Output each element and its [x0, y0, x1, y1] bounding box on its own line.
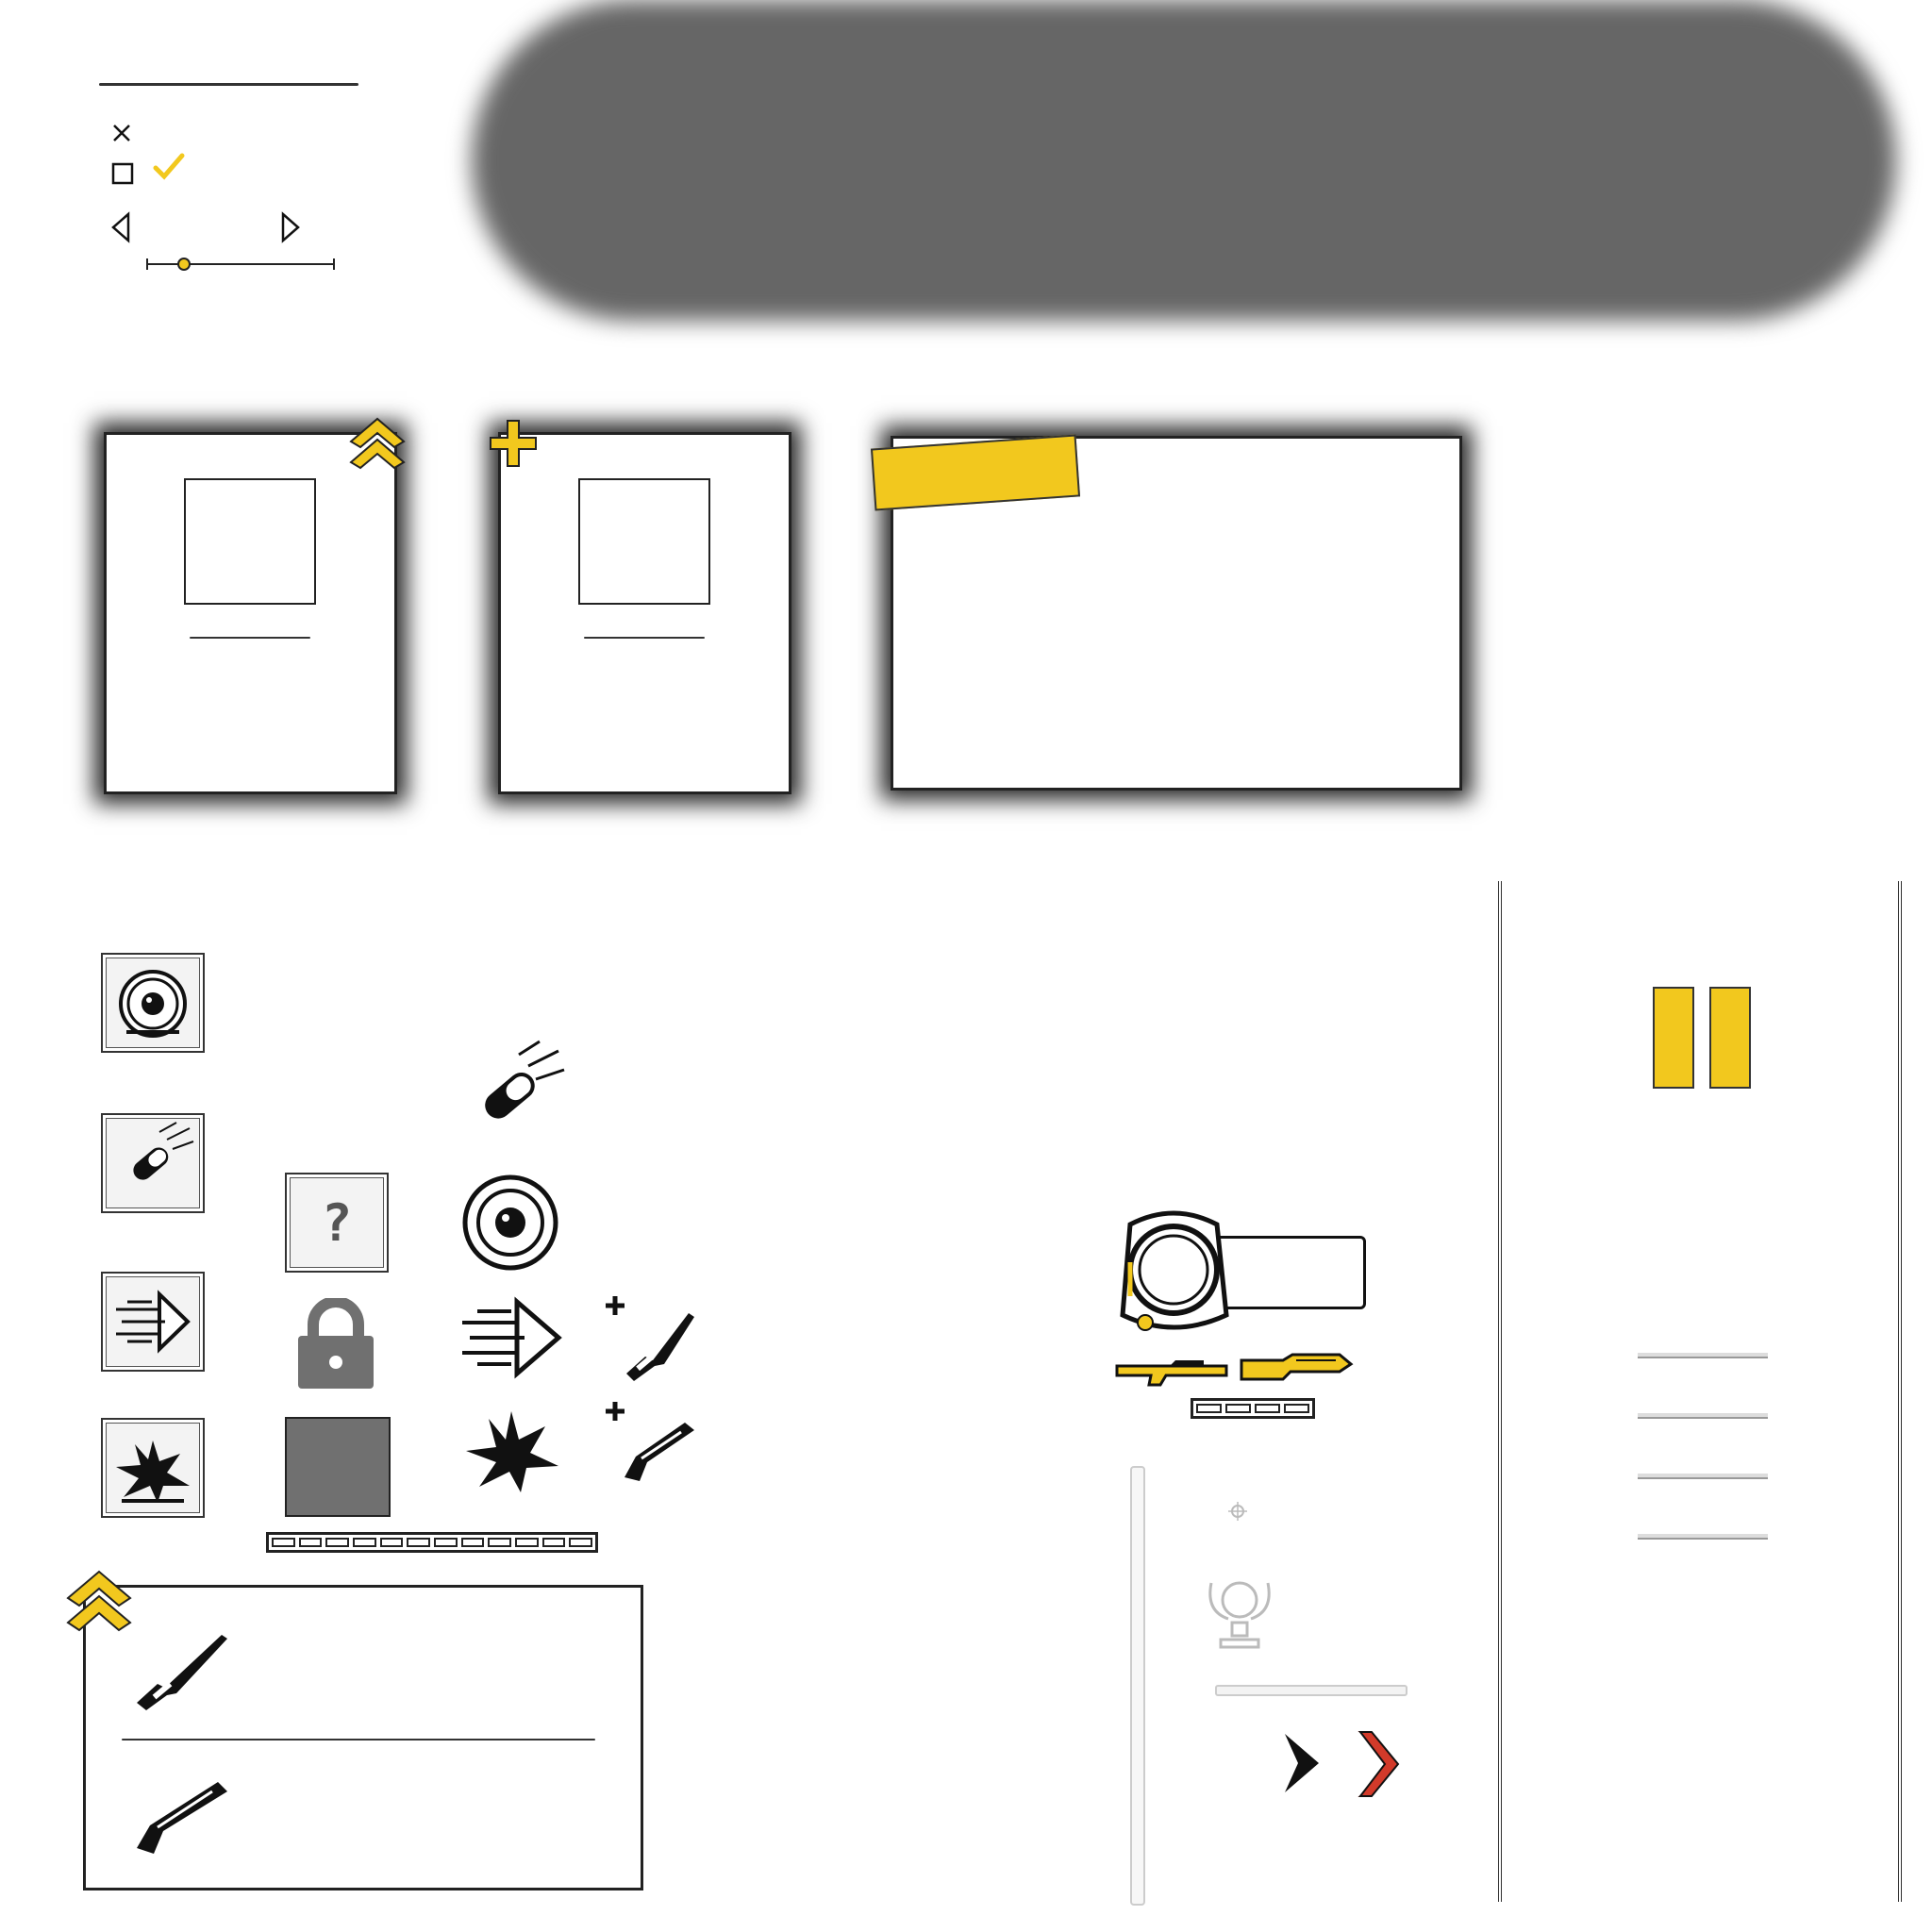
explosion-icon — [116, 1441, 190, 1503]
helmet-icon — [462, 1174, 558, 1271]
double-chevron-up-icon — [66, 1570, 132, 1632]
dash-tile[interactable] — [101, 1272, 205, 1372]
trophy-icon — [1208, 1581, 1271, 1649]
slider-track — [146, 263, 335, 265]
slider-tick-left — [146, 258, 148, 270]
double-chevron-up-icon — [349, 417, 406, 470]
upgrade-card[interactable] — [104, 432, 397, 794]
bar-segment — [434, 1538, 458, 1547]
dash-arrow-icon — [116, 1290, 191, 1354]
bar-segment — [1225, 1404, 1251, 1413]
bar-segment — [460, 1538, 485, 1547]
crosshair-icon — [1228, 1502, 1247, 1521]
blurred-backdrop — [472, 0, 1896, 321]
explosion-tile[interactable] — [101, 1418, 205, 1518]
menu-item-line-4[interactable] — [1638, 1534, 1768, 1540]
padlock-icon — [298, 1298, 374, 1389]
segmented-progress-bar — [266, 1532, 598, 1553]
slider[interactable] — [146, 255, 335, 274]
card-text-line — [584, 637, 705, 639]
slider-tick-right — [333, 258, 335, 270]
panel-divider — [122, 1739, 595, 1740]
bar-segment — [298, 1538, 323, 1547]
menu-item-line-2[interactable] — [1638, 1413, 1768, 1419]
dash-arrow-icon — [462, 1296, 562, 1379]
plus-icon — [490, 420, 537, 467]
bar-segment — [379, 1538, 404, 1547]
faint-scrollbar[interactable] — [1130, 1466, 1145, 1906]
bar-segment — [488, 1538, 512, 1547]
bullet-tile[interactable] — [101, 1113, 205, 1213]
checkmark-icon — [153, 153, 185, 180]
settings-divider — [99, 83, 358, 86]
bar-segment — [541, 1538, 566, 1547]
pause-panel — [1498, 881, 1902, 1902]
bar-segment — [272, 1538, 295, 1547]
rifle-icon — [1115, 1360, 1228, 1387]
bullet-icon — [133, 1122, 194, 1180]
arrow-right-red-icon[interactable] — [1355, 1728, 1402, 1800]
explosion-icon — [466, 1411, 558, 1492]
add-card[interactable] — [498, 432, 791, 794]
card-image-slot — [578, 478, 710, 605]
bar-segment — [569, 1538, 593, 1547]
unknown-label: ? — [321, 1193, 353, 1253]
pause-bar-right — [1709, 987, 1751, 1089]
triangle-left-icon[interactable] — [109, 211, 132, 243]
settings-widget — [94, 75, 368, 311]
plus-rifle-icon[interactable] — [598, 1400, 702, 1487]
arrow-right-black-icon[interactable] — [1279, 1730, 1324, 1796]
weapon-upgrade-panel — [83, 1585, 643, 1890]
bar-segment — [407, 1538, 431, 1547]
plus-knife-icon[interactable] — [598, 1294, 702, 1381]
helmet-tile[interactable] — [101, 953, 205, 1053]
helmet-avatar-icon — [1120, 1210, 1229, 1331]
bullet-icon — [485, 1040, 565, 1119]
unknown-slot: ? — [285, 1173, 389, 1273]
bar-segment — [1284, 1404, 1309, 1413]
triangle-right-icon[interactable] — [279, 211, 302, 243]
faint-progress-track — [1215, 1685, 1407, 1696]
knife-icon — [137, 1635, 227, 1710]
helmet-icon — [119, 970, 187, 1038]
bar-segment — [325, 1538, 350, 1547]
bar-segment — [515, 1538, 539, 1547]
bar-segment — [353, 1538, 376, 1547]
card-text-line — [190, 637, 310, 639]
close-icon[interactable] — [111, 123, 132, 143]
ammo-bar — [1191, 1398, 1315, 1419]
pause-bar-left — [1653, 987, 1694, 1089]
player-hud — [1111, 1206, 1375, 1423]
menu-item-line-1[interactable] — [1638, 1353, 1768, 1358]
menu-item-line-3[interactable] — [1638, 1474, 1768, 1479]
slider-knob[interactable] — [177, 258, 191, 271]
pause-icon[interactable] — [1649, 987, 1755, 1089]
empty-gray-slot — [285, 1417, 391, 1517]
bar-segment — [1196, 1404, 1222, 1413]
card-image-slot — [184, 478, 316, 605]
rifle-icon — [137, 1782, 227, 1854]
bar-segment — [1255, 1404, 1280, 1413]
knife-icon — [1240, 1353, 1354, 1381]
checkbox-empty-icon[interactable] — [111, 162, 134, 185]
